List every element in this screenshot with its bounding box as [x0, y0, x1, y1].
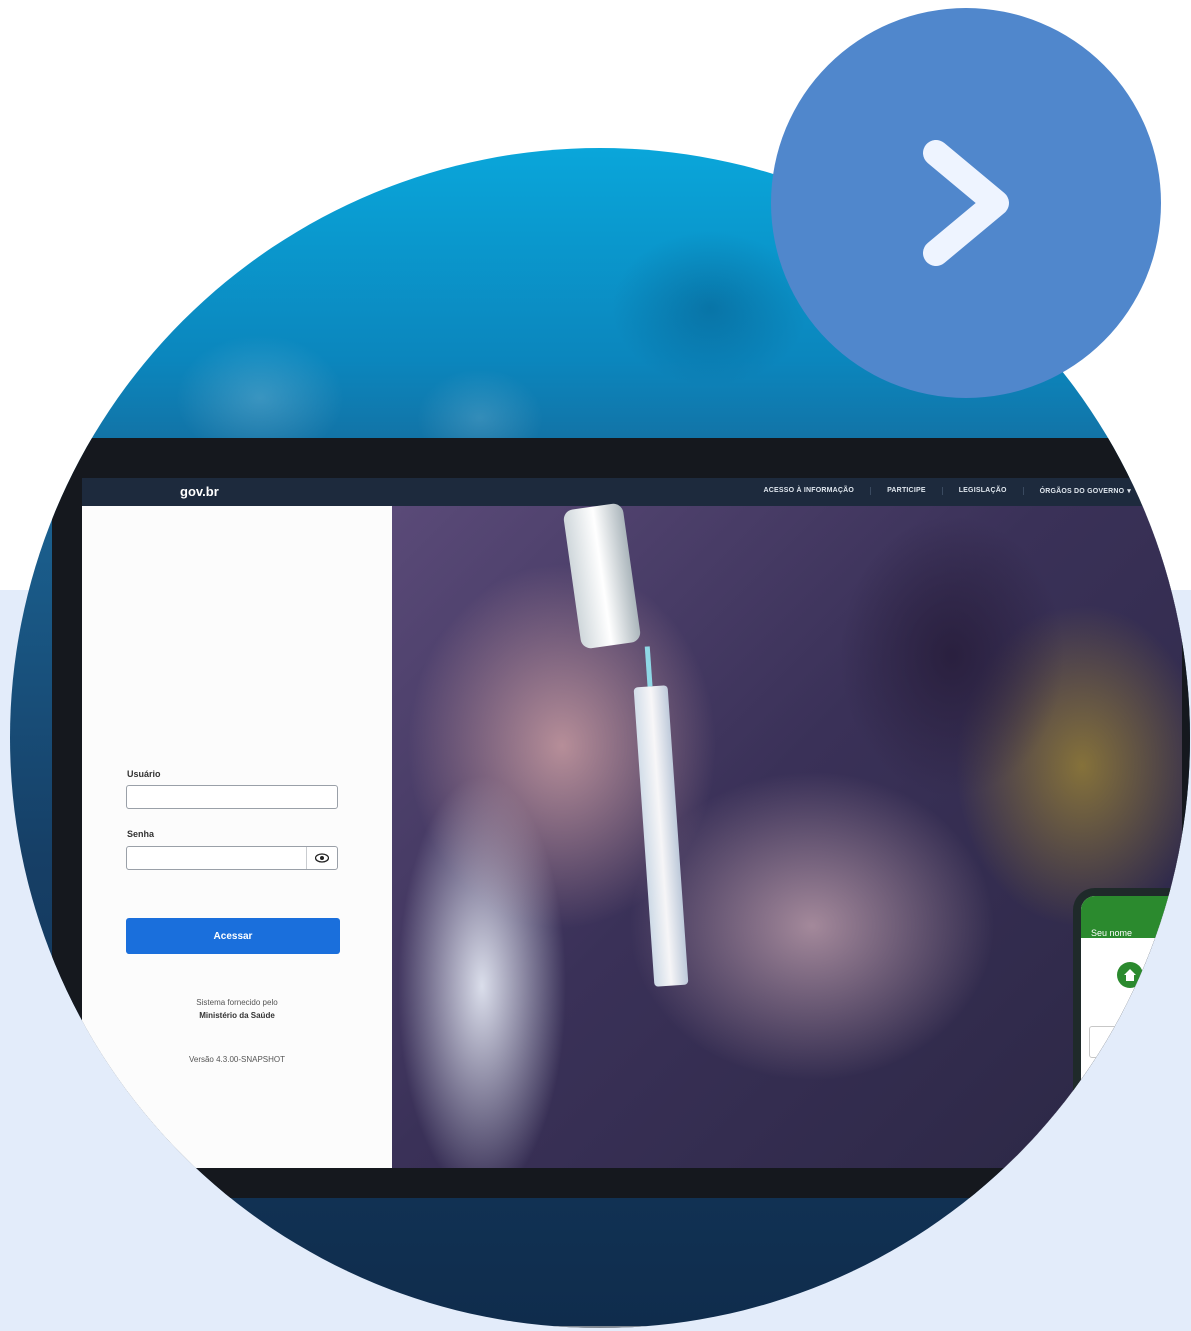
phone-name-input[interactable] — [1089, 1026, 1190, 1058]
vaccine-vial — [562, 502, 642, 650]
version-text: Versão 4.3.00-SNAPSHOT — [188, 1055, 286, 1064]
phone-header: Seu nome — [1081, 896, 1190, 938]
nav-link-legislation[interactable]: LEGISLAÇÃO — [941, 487, 1023, 495]
eye-icon[interactable] — [306, 847, 337, 869]
gov-logo[interactable]: gov.br — [180, 484, 219, 499]
syringe — [633, 646, 689, 987]
laptop-screen: gov.br ACESSO À INFORMAÇÃO PARTICIPE LEG… — [82, 478, 1182, 1168]
login-panel: Usuário Senha Acessar Sistema fornecido … — [82, 506, 392, 1168]
vaccination-photo — [392, 502, 1182, 1168]
gov-header-bar: gov.br ACESSO À INFORMAÇÃO PARTICIPE LEG… — [82, 478, 1182, 506]
footer-provided-by: Sistema fornecido pelo — [196, 998, 278, 1007]
phone-submit-button[interactable] — [1089, 1174, 1190, 1194]
laptop-mockup: gov.br ACESSO À INFORMAÇÃO PARTICIPE LEG… — [52, 438, 1190, 1198]
chevron-down-icon: ▾ — [1127, 488, 1131, 495]
nav-link-participate[interactable]: PARTICIPE — [870, 487, 942, 495]
phone-password-input[interactable]: Senha — [1089, 1122, 1190, 1154]
chevron-right-icon — [923, 140, 1009, 266]
user-label: Usuário — [127, 769, 161, 779]
password-label: Senha — [127, 829, 155, 839]
access-button[interactable]: Acessar — [126, 918, 340, 954]
user-input[interactable] — [126, 785, 338, 809]
next-button[interactable] — [771, 8, 1161, 398]
footer-ministry: Ministério da Saúde — [199, 1011, 275, 1020]
nav-link-access-info[interactable]: ACESSO À INFORMAÇÃO — [748, 487, 871, 495]
nav-link-government-bodies[interactable]: ÓRGÃOS DO GOVERNO ▾ — [1022, 487, 1147, 495]
phone-cpf-input[interactable]: CPF — [1089, 1076, 1190, 1108]
password-input[interactable] — [126, 846, 338, 870]
header-nav: ACESSO À INFORMAÇÃO PARTICIPE LEGISLAÇÃO… — [748, 487, 1147, 495]
phone-mockup: Seu nome CPF Senha — [1073, 888, 1190, 1308]
home-icon — [1117, 962, 1143, 988]
laptop-notch — [522, 1326, 736, 1328]
phone-screen: Seu nome CPF Senha — [1081, 896, 1190, 1300]
